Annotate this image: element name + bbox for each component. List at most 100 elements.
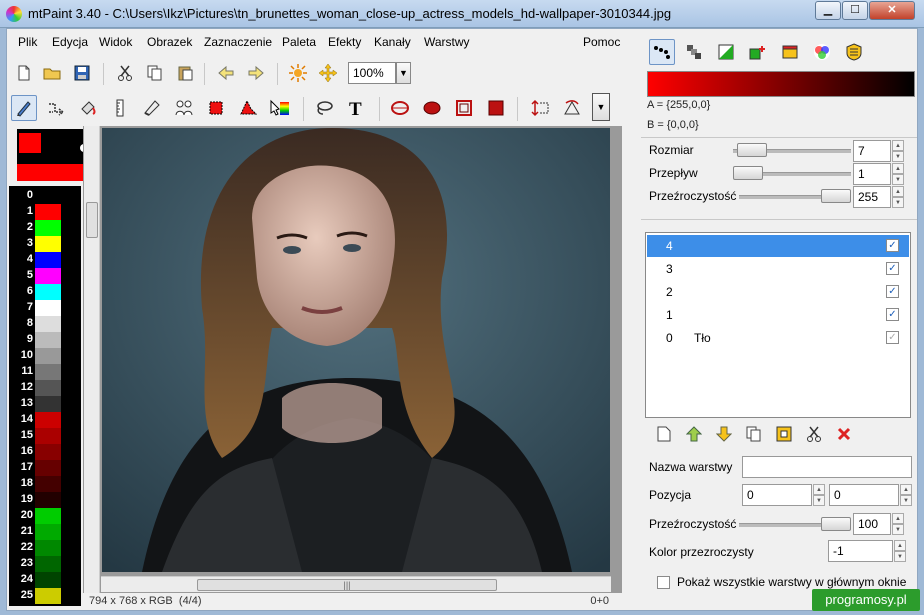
minimize-button[interactable]: ▁	[815, 1, 841, 20]
flood-fill-icon[interactable]	[75, 95, 101, 121]
palette-swatch[interactable]	[35, 444, 61, 460]
center-layer-icon[interactable]	[771, 421, 797, 447]
duplicate-layer-icon[interactable]	[741, 421, 767, 447]
image-canvas[interactable]	[102, 128, 610, 572]
layer-row[interactable]: 3 ✓	[647, 258, 909, 280]
layer-visible-checkbox[interactable]: ✓	[886, 308, 899, 321]
menu-file[interactable]: Plik	[18, 35, 37, 49]
layers-settings-icon[interactable]	[777, 39, 803, 65]
select-polygon-icon[interactable]	[235, 95, 261, 121]
clone-icon[interactable]	[171, 95, 197, 121]
ellipse-outline-icon[interactable]	[387, 95, 413, 121]
brush-flow-slider-thumb[interactable]	[733, 166, 763, 180]
palette-swatch[interactable]	[35, 396, 61, 412]
palette-swatch[interactable]	[35, 492, 61, 508]
pan-window-icon[interactable]	[285, 60, 311, 86]
color-swatch-ab[interactable]	[17, 129, 93, 181]
palette-swatch[interactable]	[35, 572, 61, 588]
brush-flow-input[interactable]: 1	[853, 163, 891, 185]
palette-row[interactable]: 17	[9, 460, 81, 476]
color-wheel-icon[interactable]	[809, 39, 835, 65]
brush-size-input[interactable]: 7	[853, 140, 891, 162]
color-mode-icon[interactable]	[713, 39, 739, 65]
palette-swatch[interactable]	[35, 380, 61, 396]
horizontal-scrollbar-thumb[interactable]: |||	[197, 579, 497, 591]
select-rectangle-icon[interactable]	[203, 95, 229, 121]
menu-image[interactable]: Obrazek	[147, 35, 192, 49]
layer-up-icon[interactable]	[681, 421, 707, 447]
palette-swatch[interactable]	[35, 220, 61, 236]
palette-row[interactable]: 7	[9, 300, 81, 316]
palette-swatch[interactable]	[35, 284, 61, 300]
palette-swatch[interactable]	[35, 524, 61, 540]
layer-opacity-input[interactable]: 100	[853, 513, 891, 535]
gradient-icon[interactable]	[267, 95, 293, 121]
brush-opacity-stepper[interactable]: ▲ ▼	[892, 186, 904, 208]
brush-flow-stepper[interactable]: ▲ ▼	[892, 163, 904, 185]
layer-row[interactable]: 4 ✓	[647, 235, 909, 257]
palette-row[interactable]: 0	[9, 188, 81, 204]
palette-row[interactable]: 2	[9, 220, 81, 236]
cut-layer-icon[interactable]	[801, 421, 827, 447]
color-gradient-preview[interactable]	[647, 71, 915, 97]
pattern-icon[interactable]	[681, 39, 707, 65]
brush-settings-icon[interactable]	[649, 39, 675, 65]
palette-row[interactable]: 18	[9, 476, 81, 492]
palette-swatch[interactable]	[35, 412, 61, 428]
layer-visible-checkbox[interactable]: ✓	[886, 262, 899, 275]
palette-row[interactable]: 16	[9, 444, 81, 460]
smudge-icon[interactable]	[139, 95, 165, 121]
palette[interactable]: 0 1 2 3 4 5 6 7 8 9 10 11 12 13 14 15 16 17 18 19 20 21 22 23 24…	[9, 186, 81, 606]
zoom-input[interactable]: 100%	[348, 62, 396, 84]
layer-row[interactable]: 0 Tło ✓	[647, 327, 909, 349]
palette-swatch[interactable]	[35, 252, 61, 268]
palette-swatch[interactable]	[35, 268, 61, 284]
layer-opacity-slider-thumb[interactable]	[821, 517, 851, 531]
ellipse-filled-icon[interactable]	[419, 95, 445, 121]
undo-icon[interactable]	[213, 60, 239, 86]
cut-icon[interactable]	[112, 60, 138, 86]
redo-icon[interactable]	[243, 60, 269, 86]
straight-line-icon[interactable]	[107, 95, 133, 121]
brush-opacity-slider[interactable]	[739, 189, 851, 203]
palette-row[interactable]: 19	[9, 492, 81, 508]
transparent-color-input[interactable]: -1	[828, 540, 893, 562]
palette-row[interactable]: 13	[9, 396, 81, 412]
layers-list[interactable]: 4 ✓ 3 ✓ 2 ✓ 1 ✓ 0 Tło ✓	[645, 232, 911, 418]
layer-name-input[interactable]	[742, 456, 912, 478]
menu-help[interactable]: Pomoc	[583, 35, 620, 49]
rectangle-filled-icon[interactable]	[483, 95, 509, 121]
copy-icon[interactable]	[142, 60, 168, 86]
paint-brush-icon[interactable]	[11, 95, 37, 121]
layer-row[interactable]: 2 ✓	[647, 281, 909, 303]
layer-position-x-input[interactable]: 0	[742, 484, 812, 506]
menu-selection[interactable]: Zaznaczenie	[204, 35, 272, 49]
palette-swatch[interactable]	[35, 316, 61, 332]
more-tools-dropdown-icon[interactable]: ▼	[592, 93, 610, 121]
palette-swatch[interactable]	[35, 508, 61, 524]
shuffle-icon[interactable]	[43, 95, 69, 121]
brush-size-slider-thumb[interactable]	[737, 143, 767, 157]
channels-icon[interactable]	[745, 39, 771, 65]
layer-visible-checkbox[interactable]: ✓	[886, 331, 899, 344]
palette-swatch[interactable]	[35, 476, 61, 492]
layer-visible-checkbox[interactable]: ✓	[886, 285, 899, 298]
menu-layers[interactable]: Warstwy	[424, 35, 470, 49]
move-icon[interactable]	[315, 60, 341, 86]
menu-effects[interactable]: Efekty	[328, 35, 361, 49]
layer-position-x-stepper[interactable]: ▲ ▼	[813, 484, 825, 506]
palette-swatch[interactable]	[35, 460, 61, 476]
menu-edit[interactable]: Edycja	[52, 35, 88, 49]
palette-row[interactable]: 23	[9, 556, 81, 572]
brush-size-stepper[interactable]: ▲ ▼	[892, 140, 904, 162]
palette-swatch[interactable]	[35, 540, 61, 556]
paste-icon[interactable]	[172, 60, 198, 86]
layer-opacity-stepper[interactable]: ▲ ▼	[892, 513, 904, 535]
palette-row[interactable]: 5	[9, 268, 81, 284]
new-layer-icon[interactable]	[651, 421, 677, 447]
lasso-icon[interactable]	[311, 95, 337, 121]
palette-row[interactable]: 21	[9, 524, 81, 540]
transparent-color-stepper[interactable]: ▲ ▼	[894, 540, 906, 562]
palette-row[interactable]: 10	[9, 348, 81, 364]
menu-view[interactable]: Widok	[99, 35, 132, 49]
